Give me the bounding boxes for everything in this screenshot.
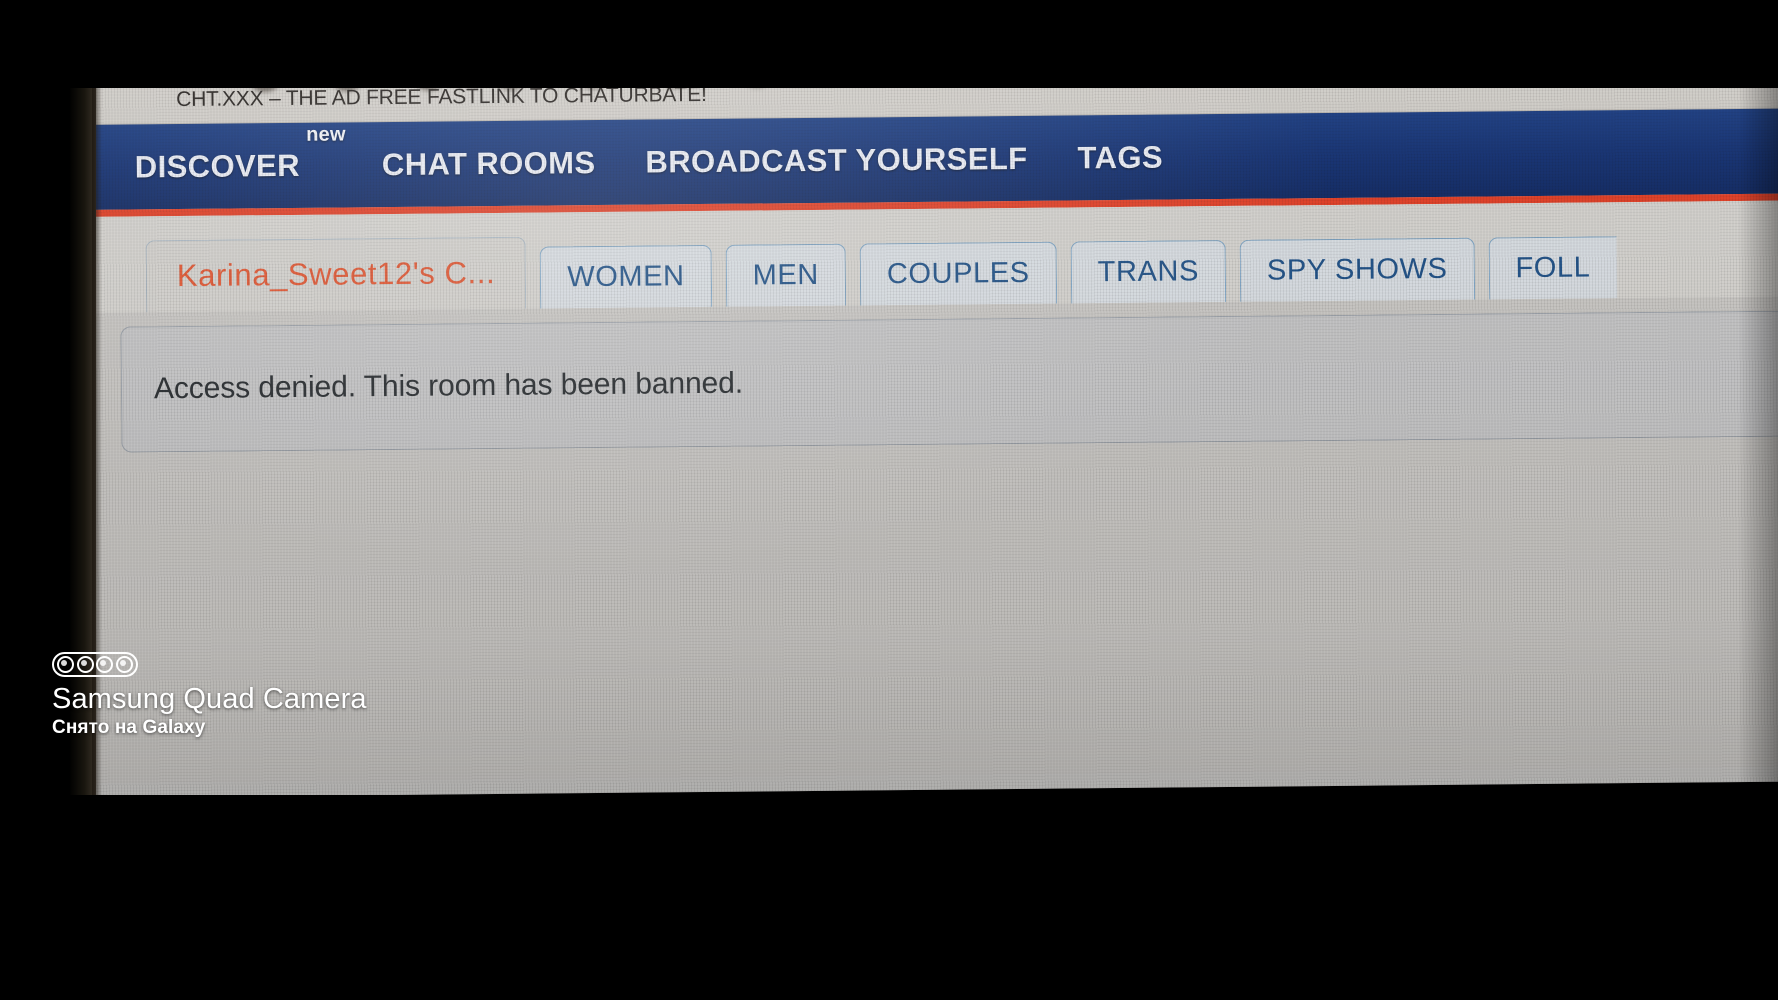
tab-karina-sweet12-chat-room[interactable]: Karina_Sweet12's C... [145, 236, 527, 313]
tab-label: WOMEN [567, 260, 685, 294]
photo-letterbox-top [0, 0, 1778, 88]
tab-men[interactable]: MEN [725, 243, 847, 307]
nav-item-chat-rooms-label: CHAT ROOMS [381, 144, 596, 182]
tab-couples[interactable]: COUPLES [859, 241, 1057, 306]
nav-item-chat-rooms[interactable]: CHAT ROOMS [382, 145, 596, 183]
tab-label: SPY SHOWS [1266, 252, 1448, 287]
screenshot-stage: CHT.XXX – THE AD FREE FASTLINK TO CHATUR… [0, 0, 1778, 1000]
nav-item-discover-label: DISCOVER [134, 147, 301, 184]
nav-item-broadcast-yourself-label: BROADCAST YOURSELF [645, 140, 1028, 180]
tab-trans[interactable]: TRANS [1070, 239, 1227, 304]
tab-label: TRANS [1097, 255, 1200, 289]
samsung-camera-watermark: Samsung Quad Camera Снято на Galaxy [52, 652, 367, 739]
photo-letterbox-bottom [0, 795, 1778, 1000]
watermark-title: Samsung Quad Camera [52, 683, 367, 715]
nav-item-tags[interactable]: TAGS [1077, 139, 1163, 176]
camera-lens-icon [76, 656, 94, 673]
main-navigation-bar: DISCOVER new CHAT ROOMS BROADCAST YOURSE… [78, 108, 1778, 217]
tab-label: FOLL [1515, 251, 1591, 285]
category-tab-bar: Karina_Sweet12's C... WOMEN MEN COUPLES … [79, 200, 1778, 313]
tab-label: COUPLES [886, 256, 1030, 291]
quad-camera-icon [52, 652, 138, 677]
nav-item-tags-label: TAGS [1077, 139, 1164, 175]
camera-lens-icon [57, 656, 74, 673]
tab-spy-shows[interactable]: SPY SHOWS [1239, 237, 1475, 302]
tab-women[interactable]: WOMEN [539, 244, 712, 309]
nav-item-broadcast-yourself[interactable]: BROADCAST YOURSELF [645, 140, 1027, 180]
access-denied-message: Access denied. This room has been banned… [153, 366, 744, 406]
nav-badge-new: new [306, 122, 346, 146]
watermark-subtitle: Снято на Galaxy [52, 717, 206, 739]
tab-label: Karina_Sweet12's C... [176, 255, 496, 294]
nav-item-discover[interactable]: DISCOVER new [134, 123, 346, 185]
camera-lens-icon [115, 656, 133, 673]
camera-lens-icon [96, 656, 114, 673]
tab-followed[interactable]: FOLL [1488, 236, 1617, 300]
access-denied-panel: Access denied. This room has been banned… [120, 310, 1778, 453]
tab-label: MEN [752, 258, 820, 292]
